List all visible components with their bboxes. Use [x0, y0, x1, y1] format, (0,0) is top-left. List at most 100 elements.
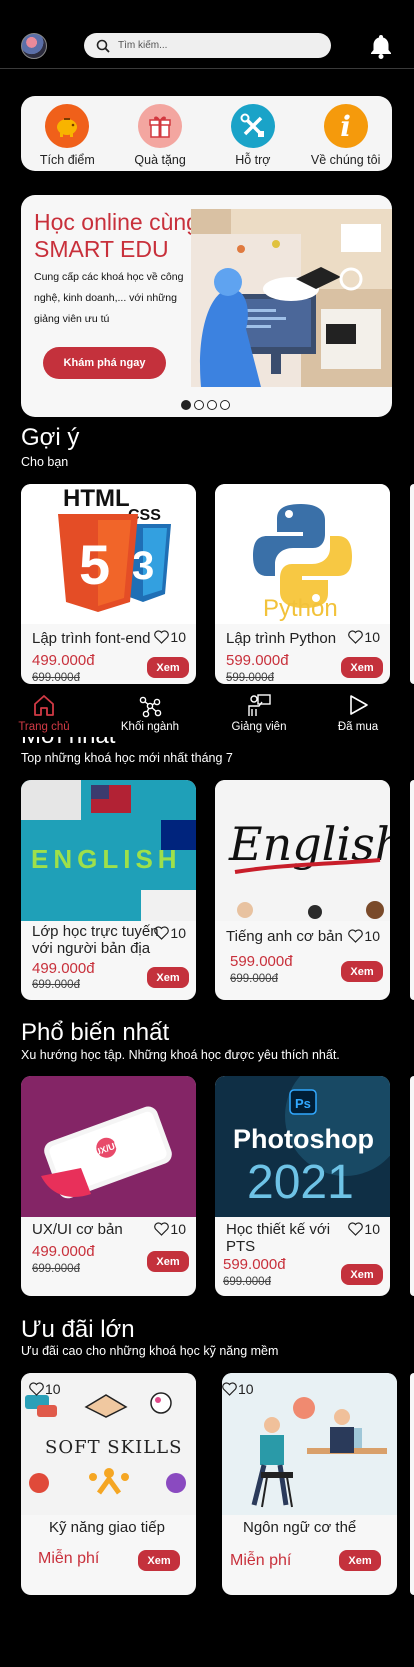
like-count[interactable]: 10: [154, 1221, 186, 1237]
course-old-price: 699.000đ: [32, 979, 80, 991]
app-header: Tìm kiếm...: [0, 0, 414, 69]
like-count[interactable]: 10: [154, 629, 186, 645]
nav-item-purchased[interactable]: Đã mua: [318, 684, 398, 733]
like-number: 10: [170, 1221, 186, 1237]
svg-text:Ps: Ps: [295, 1096, 311, 1111]
like-count[interactable]: 10: [348, 1221, 380, 1237]
nav-label: Giảng viên: [231, 721, 287, 733]
view-button[interactable]: Xem: [147, 657, 189, 678]
quick-item-label: Tích điểm: [39, 153, 95, 167]
course-card[interactable]: SOFT SKILLS 10 Kỹ năng giao tiếp Miễn ph…: [21, 1373, 196, 1595]
quick-item-gifts[interactable]: Quà tặng: [114, 96, 207, 171]
gift-icon: [138, 104, 183, 148]
course-card[interactable]: English Tiếng anh cơ bản 10 599.000đ 699…: [215, 780, 390, 1000]
carousel-dot[interactable]: [194, 400, 204, 410]
heart-icon: [154, 1222, 170, 1236]
nav-label: Trang chủ: [18, 721, 70, 733]
course-name: Ngôn ngữ cơ thể: [243, 1519, 357, 1536]
thumb-text-year: 2021: [247, 1156, 354, 1209]
nav-item-teachers[interactable]: Giảng viên: [219, 684, 299, 733]
view-button[interactable]: Xem: [341, 1264, 383, 1285]
section-title: Phổ biến nhất: [21, 1019, 170, 1046]
nav-label: Đã mua: [337, 721, 379, 733]
quick-item-support[interactable]: Hỗ trợ: [207, 96, 300, 171]
section-subtitle: Xu hướng học tập. Những khoá học được yê…: [21, 1048, 340, 1062]
quick-item-points[interactable]: Tích điểm: [21, 96, 114, 171]
like-count[interactable]: 10: [154, 925, 186, 941]
tools-icon: [230, 104, 275, 148]
nav-item-home[interactable]: Trang chủ: [4, 684, 84, 733]
course-card[interactable]: HTML CSS 3 5 Lập trình font-end 10 499.0…: [21, 484, 196, 684]
view-button[interactable]: Xem: [339, 1550, 381, 1571]
section-title: Ưu đãi lớn: [21, 1316, 135, 1343]
course-old-price: 599.000đ: [226, 672, 274, 684]
english-handwriting-image: English: [215, 780, 390, 921]
html-css-logo-image: HTML CSS 3 5: [21, 484, 196, 624]
course-price: 599.000đ: [223, 1256, 286, 1273]
course-card[interactable]: 10 Ngôn ngữ cơ thể Miễn phí Xem: [222, 1373, 397, 1595]
quick-item-label: Quà tặng: [134, 153, 186, 167]
search-placeholder: Tìm kiếm...: [118, 40, 168, 51]
course-card[interactable]: Python Lập trình Python 10 599.000đ 599.…: [215, 484, 390, 684]
quick-item-about[interactable]: i Về chúng tôi: [299, 96, 392, 171]
like-number: 10: [170, 629, 186, 645]
course-name: Lập trình Python: [226, 630, 337, 647]
carousel-dot[interactable]: [181, 400, 191, 410]
like-count[interactable]: 10: [348, 928, 380, 944]
bell-icon[interactable]: [369, 33, 393, 59]
photoshop-2021-image: Ps Photoshop 2021: [215, 1076, 390, 1217]
course-name: Lớp học trực tuyến với người bản địa: [32, 923, 159, 957]
next-card-peek: [410, 1076, 414, 1296]
course-card[interactable]: Ps Photoshop 2021 Học thiết kế với PTS 1…: [215, 1076, 390, 1296]
course-old-price: 699.000đ: [223, 1276, 271, 1288]
banner-description: Cung cấp các khoá học về công nghệ, kinh…: [34, 271, 184, 325]
like-count[interactable]: 10: [348, 629, 380, 645]
section-subtitle: Ưu đãi cao cho những khoá học kỹ năng mề…: [21, 1344, 279, 1358]
like-count[interactable]: 10: [222, 1381, 254, 1397]
search-input[interactable]: Tìm kiếm...: [84, 33, 331, 58]
course-price: 599.000đ: [226, 652, 289, 669]
home-icon: [34, 695, 54, 716]
nav-label: Khối ngành: [120, 721, 180, 733]
like-number: 10: [364, 1221, 380, 1237]
heart-icon: [222, 1382, 237, 1396]
svg-text:3: 3: [132, 544, 154, 588]
carousel-dot[interactable]: [220, 400, 230, 410]
nav-item-majors[interactable]: Khối ngành: [110, 684, 190, 733]
like-number: 10: [45, 1381, 61, 1397]
heart-icon: [154, 630, 170, 644]
course-old-price: 699.000đ: [32, 1263, 80, 1275]
course-price: 499.000đ: [32, 1243, 95, 1260]
like-number: 10: [364, 928, 380, 944]
explore-button[interactable]: Khám phá ngay: [43, 347, 166, 379]
like-count[interactable]: 10: [29, 1381, 61, 1397]
course-price: 499.000đ: [32, 652, 95, 669]
course-card[interactable]: UX/UI UX/UI cơ bản 10 499.000đ 699.000đ …: [21, 1076, 196, 1296]
quick-item-label: Về chúng tôi: [310, 153, 381, 167]
promo-banner[interactable]: Học online cùng SMART EDU Cung cấp các k…: [21, 195, 392, 417]
ux-ui-phone-image: UX/UI: [21, 1076, 196, 1217]
english-blocks-image: ENGLISH: [21, 780, 196, 921]
course-name: Học thiết kế với PTS: [226, 1221, 331, 1255]
view-button[interactable]: Xem: [138, 1550, 180, 1571]
thumb-text: Photoshop: [233, 1124, 374, 1154]
avatar[interactable]: [21, 33, 47, 59]
next-card-peek: [410, 484, 414, 684]
section-title: Gợi ý: [21, 424, 80, 451]
svg-text:5: 5: [79, 533, 110, 596]
view-button[interactable]: Xem: [147, 1251, 189, 1272]
view-button[interactable]: Xem: [341, 657, 383, 678]
section-subtitle: Top những khoá học mới nhất tháng 7: [21, 751, 233, 765]
teacher-icon: [248, 694, 271, 716]
heart-icon: [29, 1382, 44, 1396]
heart-icon: [154, 926, 170, 940]
next-card-peek: [410, 1373, 414, 1595]
piggy-bank-icon: [45, 104, 90, 148]
quick-menu: Tích điểm Quà tặng Hỗ trợ i Về chúng tôi: [21, 96, 392, 171]
section-subtitle: Cho bạn: [21, 455, 69, 469]
view-button[interactable]: Xem: [341, 961, 383, 982]
view-button[interactable]: Xem: [147, 967, 189, 988]
course-price: Miễn phí: [230, 1552, 292, 1569]
carousel-dot[interactable]: [207, 400, 217, 410]
course-card[interactable]: ENGLISH Lớp học trực tuyến với người bản…: [21, 780, 196, 1000]
